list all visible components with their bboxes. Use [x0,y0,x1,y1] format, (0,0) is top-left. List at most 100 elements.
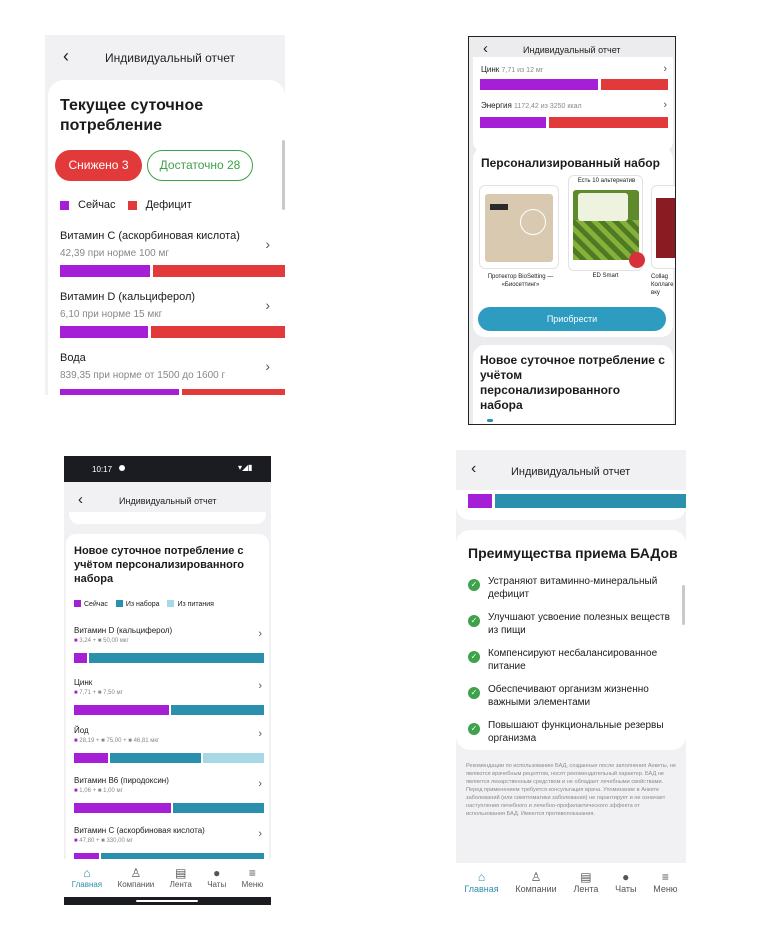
nav-menu-label: Меню [241,880,264,889]
nav-feed[interactable]: ▤ Лента [573,870,598,905]
now-square-icon: ■ [74,738,78,744]
menu-icon: ≡ [248,866,256,880]
scrollbar[interactable] [682,585,685,625]
nutrient-value-text: 3,24 + ■ 50,00 мкг [79,638,129,644]
status-icons: ▾◢▮ [238,463,253,472]
intake-bar [60,389,285,395]
nutrient-row[interactable]: Витамин С (аскорбиновая кислота) 42,39 п… [48,226,285,281]
personal-set-card: Персонализированный набор Протектор BioS… [473,147,675,337]
chevron-right-icon: › [258,628,262,640]
nav-home[interactable]: ⌂ Главная [464,870,498,905]
legend: Сейчас Из набора Из питания [74,600,214,608]
bar-now-segment [60,265,150,277]
intake-bar [74,753,264,763]
screen-new-intake: 10:17 ▾◢▮ ‹ Индивидуальный отчет Новое с… [64,456,271,905]
nav-feed-label: Лента [169,880,192,889]
now-square-icon: ■ [74,690,78,696]
intake-bar [74,705,264,715]
page-title: Индивидуальный отчет [511,466,631,478]
nutrient-row[interactable]: Витамин В6 (пиродоксин) ■ 1,06 + ■ 1,00 … [66,772,269,818]
intake-bar [60,326,285,338]
check-circle-icon: ✓ [468,723,480,735]
chevron-right-icon: › [258,728,262,740]
nutrient-name: Витамин D (кальциферол) [74,626,173,635]
nutrient-row[interactable]: Цинк 7,71 из 12 мг › [473,63,673,93]
product-card[interactable] [479,185,559,269]
nutrient-value-text: 28,19 + ■ 75,00 + ■ 46,81 мкг [79,738,160,744]
benefit-item: ✓ Обеспечивают организм жизненно важными… [468,683,678,715]
nav-menu[interactable]: ≡ Меню [242,866,264,897]
nutrient-value: 1172,42 из 3250 ккал [514,103,582,110]
now-square-icon: ■ [74,788,78,794]
home-indicator [136,900,198,902]
feed-icon: ▤ [580,870,592,884]
prev-card-edge [69,512,266,524]
nutrient-row[interactable]: Вода 839,35 при норме от 1500 до 1600 г … [48,348,285,395]
bar-deficit-segment [153,265,285,277]
nutrient-value: ■ 1,06 + ■ 1,00 мг [74,788,123,794]
new-intake-card: Новое суточное потребление с учётом перс… [473,345,673,424]
intake-card: Цинк 7,71 из 12 мг › Энергия 1172,42 из … [473,57,673,153]
nutrient-name: Витамин С (аскорбиновая кислота) [60,230,240,242]
section-heading: Новое суточное потребление с учётом перс… [480,353,665,412]
filter-low-button[interactable]: Снижено 3 [55,150,142,181]
nutrient-value-text: 1,06 + ■ 1,00 мг [79,788,123,794]
bar-deficit-segment [182,389,285,395]
nav-chats-label: Чаты [207,880,227,889]
bar-now-segment [468,494,492,508]
back-icon[interactable]: ‹ [483,40,488,57]
section-heading: Преимущества приема БАДов [468,545,678,561]
nutrient-row[interactable]: Энергия 1172,42 из 3250 ккал › [473,99,673,133]
product-card[interactable]: Есть 10 альтернатив [568,175,645,271]
bar-now-segment [74,653,88,663]
buy-button[interactable]: Приобрести [478,307,666,331]
back-icon[interactable]: ‹ [63,46,69,67]
benefit-item: ✓ Компенсируют несбалансированное питани… [468,647,678,679]
nutrient-row[interactable]: Цинк ■ 7,71 + ■ 7,50 мг › [66,674,269,720]
nav-home[interactable]: ⌂ Главная [72,866,102,897]
chevron-right-icon: › [258,828,262,840]
check-circle-icon: ✓ [468,615,480,627]
prev-card-edge [456,490,686,520]
header: ‹ Индивидуальный отчет [456,450,686,490]
check-circle-icon: ✓ [468,579,480,591]
nav-menu[interactable]: ≡ Меню [653,870,677,905]
section-heading: Текущее суточное потребление [60,97,204,134]
nav-companies[interactable]: ♙ Компании [515,870,556,905]
nav-companies[interactable]: ♙ Компании [118,866,155,897]
bottom-nav: ⌂ Главная ♙ Компании ▤ Лента ● Чаты ≡ Меню [456,863,686,905]
intake-bar [74,653,264,663]
nav-chats[interactable]: ● Чаты [615,870,636,905]
benefit-text: Устраняют витаминно-минеральный дефицит [488,576,658,600]
alternatives-badge[interactable]: Есть 10 альтернатив [569,178,644,184]
chat-icon: ● [213,866,221,880]
bar-deficit-segment [150,326,285,338]
scrollbar[interactable] [282,140,285,210]
benefit-item: ✓ Устраняют витаминно-минеральный дефици… [468,575,678,607]
menu-icon: ≡ [661,870,669,884]
product-pack [578,193,628,221]
nav-chats[interactable]: ● Чаты [207,866,226,897]
benefit-text: Улучшают усвоение полезных веществ из пи… [488,612,670,636]
sale-badge-icon [629,252,645,268]
nutrient-row[interactable]: Йод ■ 28,19 + ■ 75,00 + ■ 46,81 мкг › [66,722,269,768]
page-title: Индивидуальный отчет [523,45,621,55]
screen-personal-set: ‹ Индивидуальный отчет Цинк 7,71 из 12 м… [468,36,676,425]
product-image [656,198,675,258]
new-intake-card: Новое суточное потребление с учётом перс… [66,534,269,874]
product-card[interactable] [651,185,675,269]
nav-feed[interactable]: ▤ Лента [170,866,192,897]
filter-sufficient-button[interactable]: Достаточно 28 [147,150,253,181]
status-time: 10:17 [92,465,113,474]
nutrient-row[interactable]: Витамин D (кальциферол) ■ 3,24 + ■ 50,00… [66,622,269,668]
legend-food-swatch [167,600,175,607]
notification-icon [119,465,125,471]
nutrient-row[interactable]: Витамин D (кальциферол) 6,10 при норме 1… [48,287,285,342]
back-icon[interactable]: ‹ [471,460,476,478]
nutrient-value-text: 7,71 + ■ 7,50 мг [79,690,123,696]
nutrient-value: 7,71 из 12 мг [501,67,544,74]
benefit-text: Повышают функциональные резервы организм… [488,720,664,744]
legend-set-swatch [115,600,123,607]
back-icon[interactable]: ‹ [78,491,83,508]
benefit-item: ✓ Улучшают усвоение полезных веществ из … [468,611,678,643]
